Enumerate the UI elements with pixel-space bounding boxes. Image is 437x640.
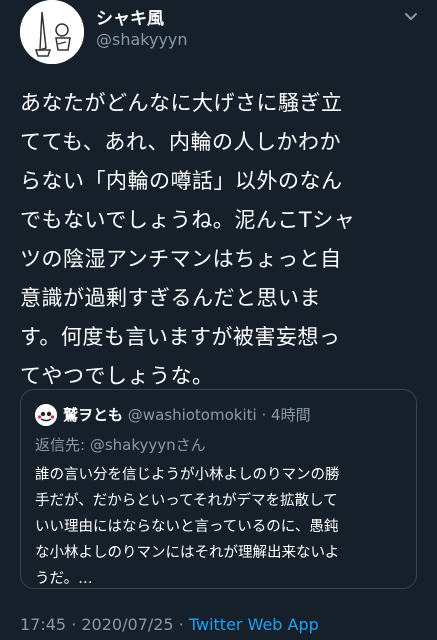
tweet-text-line: ツの陰湿アンチマンはちょっと自 xyxy=(20,247,342,271)
tweet-source-link[interactable]: Twitter Web App xyxy=(189,615,319,634)
quoted-author-handle: @washiotomokiti xyxy=(127,406,257,424)
quoted-time: 4時間 xyxy=(271,406,311,424)
tweet-text-line: 意識が過剰すぎるんだと思いま xyxy=(20,286,321,310)
footer-separator: · xyxy=(66,615,82,634)
reply-prefix: 返信先: xyxy=(35,436,90,454)
tweet-footer: 17:45 · 2020/07/25 · Twitter Web App xyxy=(20,615,319,634)
quoted-author-name: 鷲ヲとも xyxy=(63,406,124,424)
author-name[interactable]: シャキ風 xyxy=(96,4,164,29)
quoted-text-line: な小林よしのりマンにはそれが理解出来ないよ xyxy=(35,545,340,561)
quoted-tweet[interactable]: 鷲ヲとも @washiotomokiti · 4時間 返信先: @shakyyy… xyxy=(20,389,417,589)
tweet-text-line: てても、あれ、内輪の人しかわか xyxy=(20,130,342,154)
quoted-text-line: 誰の言い分を信じようが小林よしのりマンの勝 xyxy=(35,467,340,483)
footer-separator: · xyxy=(173,615,189,634)
tweet-text-line: でもないでしょうね。泥んこTシャ xyxy=(20,208,356,232)
quoted-separator: · xyxy=(261,406,267,424)
avatar-drawing-icon xyxy=(20,0,84,64)
tweet-text-line: あなたがどんなに大げさに騒ぎ立 xyxy=(20,91,343,115)
quoted-avatar-icon xyxy=(35,404,57,426)
tweet-time[interactable]: 17:45 xyxy=(20,615,66,634)
author-handle[interactable]: @shakyyyn xyxy=(96,30,188,49)
quoted-text-line: うだ。… xyxy=(35,571,93,587)
tweet-date[interactable]: 2020/07/25 xyxy=(81,615,173,634)
reply-mention: @shakyyynさん xyxy=(89,436,206,454)
chevron-down-icon[interactable] xyxy=(401,8,421,28)
tweet-text: あなたがどんなに大げさに騒ぎ立 てても、あれ、内輪の人しかわか らない「内輪の噂… xyxy=(20,84,420,396)
quoted-text: 誰の言い分を信じようが小林よしのりマンの勝 手だが、だからといってそれがデマを拡… xyxy=(35,462,410,592)
quoted-text-line: 手だが、だからといってそれがデマを拡散して xyxy=(35,493,338,509)
quoted-reply-context: 返信先: @shakyyynさん xyxy=(35,434,206,455)
quoted-avatar xyxy=(35,404,57,426)
tweet-text-line: す。何度も言いますが被害妄想っ xyxy=(20,325,341,349)
tweet-detail: シャキ風 @shakyyyn あなたがどんなに大げさに騒ぎ立 てても、あれ、内輪… xyxy=(0,0,437,640)
quoted-header: 鷲ヲとも @washiotomokiti · 4時間 xyxy=(63,404,311,425)
tweet-text-line: らない「内輪の噂話」以外のなん xyxy=(20,169,343,193)
author-avatar[interactable] xyxy=(20,0,84,64)
quoted-text-line: いい理由にはならないと言っているのに、愚鈍 xyxy=(35,519,339,535)
